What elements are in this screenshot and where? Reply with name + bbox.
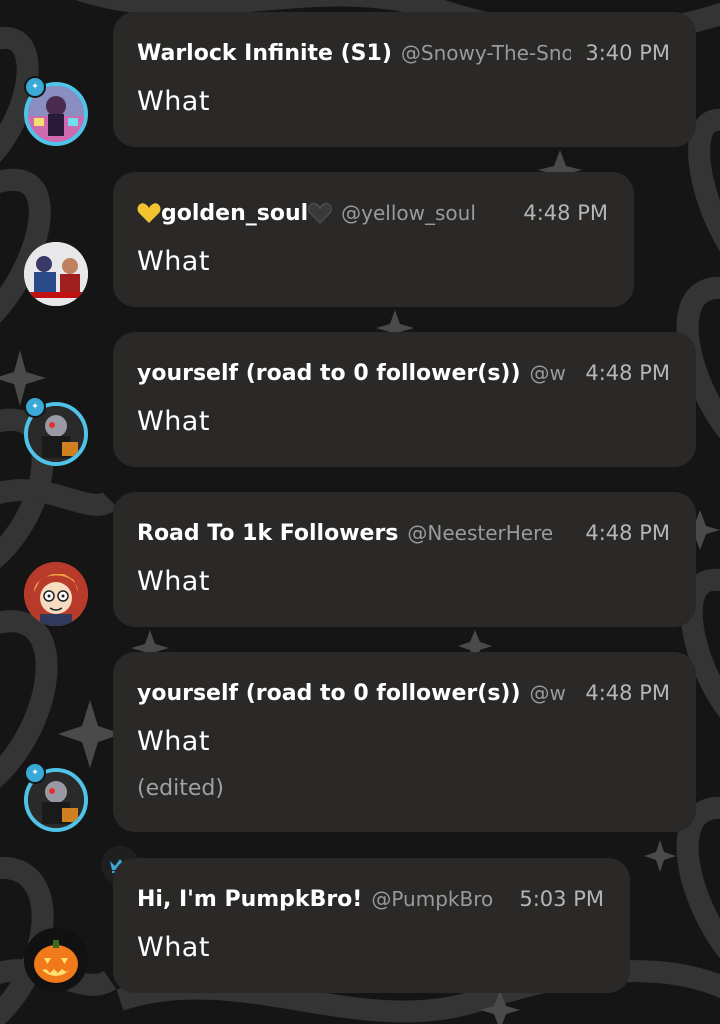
pumpkin-avatar-icon	[24, 928, 88, 992]
user-avatar[interactable]	[24, 562, 88, 626]
edited-label: (edited)	[137, 776, 224, 801]
sender-handle[interactable]: @Snowy-The-Snowflake	[401, 41, 571, 65]
black-heart-icon	[308, 202, 333, 224]
sender-name[interactable]: yourself (road to 0 follower(s))	[137, 681, 521, 706]
sender-handle[interactable]: @NeesterHere	[407, 521, 571, 545]
user-avatar[interactable]	[24, 928, 88, 992]
timestamp: 4:48 PM	[585, 521, 670, 545]
sender-handle[interactable]: @w	[530, 681, 572, 705]
level-badge-icon: ✦	[24, 762, 46, 784]
message-bubble[interactable]: golden_soul @yellow_soul 4:48 PM What	[113, 172, 634, 307]
message-bubble[interactable]: Warlock Infinite (S1) @Snowy-The-Snowfla…	[113, 12, 696, 147]
photo-avatar-icon	[24, 242, 88, 306]
sender-name[interactable]: Warlock Infinite (S1)	[137, 41, 392, 66]
timestamp: 4:48 PM	[585, 681, 670, 705]
message-text: What	[137, 406, 210, 437]
message-text: What	[137, 566, 210, 597]
timestamp: 4:48 PM	[585, 361, 670, 385]
message-text: What	[137, 246, 210, 277]
yellow-heart-icon	[137, 203, 161, 223]
message-text: What	[137, 726, 210, 757]
timestamp: 3:40 PM	[585, 41, 670, 65]
sender-name[interactable]: Road To 1k Followers	[137, 521, 398, 546]
user-avatar[interactable]	[24, 242, 88, 306]
timestamp: 4:48 PM	[523, 201, 608, 225]
level-badge-icon: ✦	[24, 76, 46, 98]
sender-name[interactable]: golden_soul	[161, 201, 308, 226]
message-text: What	[137, 932, 210, 963]
sender-name[interactable]: Hi, I'm PumpkBro!	[137, 887, 362, 912]
timestamp: 5:03 PM	[519, 887, 604, 911]
sender-handle[interactable]: @PumpkBro	[371, 887, 505, 911]
message-bubble[interactable]: yourself (road to 0 follower(s)) @w 4:48…	[113, 652, 696, 832]
level-badge-icon: ✦	[24, 396, 46, 418]
message-bubble[interactable]: yourself (road to 0 follower(s)) @w 4:48…	[113, 332, 696, 467]
cartoon-face-avatar-icon	[24, 562, 88, 626]
sender-handle[interactable]: @yellow_soul	[341, 201, 509, 225]
sender-handle[interactable]: @w	[530, 361, 572, 385]
message-bubble[interactable]: Hi, I'm PumpkBro! @PumpkBro 5:03 PM What	[113, 858, 630, 993]
sender-name[interactable]: yourself (road to 0 follower(s))	[137, 361, 521, 386]
message-text: What	[137, 86, 210, 117]
message-bubble[interactable]: Road To 1k Followers @NeesterHere 4:48 P…	[113, 492, 696, 627]
